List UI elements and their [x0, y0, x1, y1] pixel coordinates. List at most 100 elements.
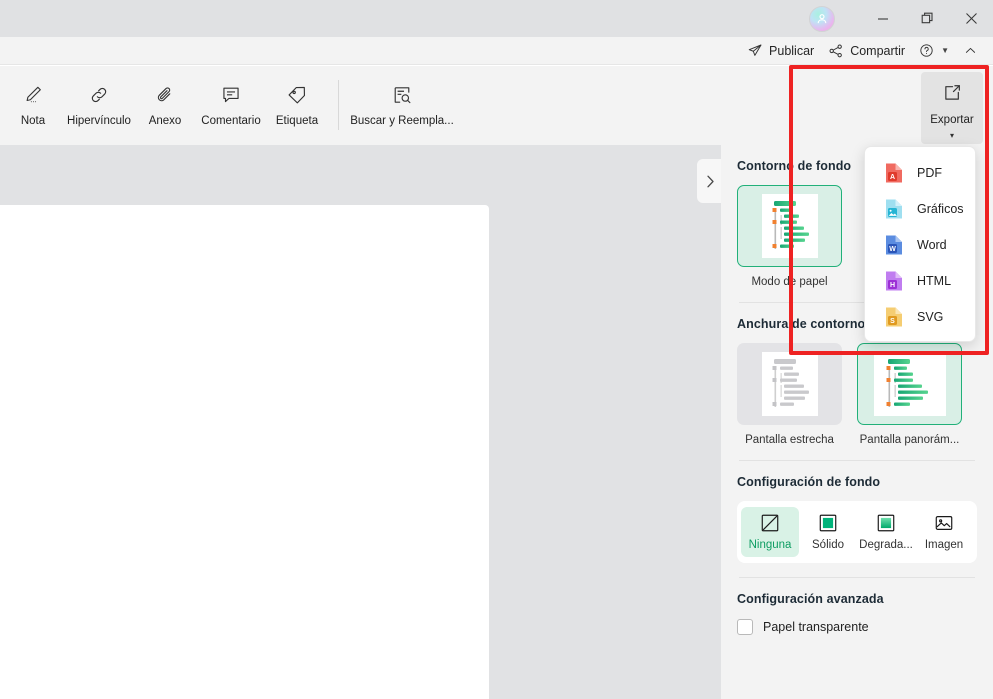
picture-icon [935, 516, 953, 530]
export-menu-label: Gráficos [917, 202, 964, 216]
thumbnail-pantalla-estrecha[interactable] [737, 343, 842, 425]
tag-icon [286, 83, 308, 107]
narrow-screen-preview-icon [761, 352, 818, 416]
share-button[interactable]: Compartir [821, 39, 912, 63]
bgmode-degradado[interactable]: Degrada... [857, 507, 915, 557]
background-mode-group: Ninguna Sólido Degrada... Imagen [737, 501, 977, 563]
share-label: Compartir [850, 43, 906, 58]
paper-mode-preview-icon [761, 194, 818, 258]
maximize-button[interactable] [905, 0, 949, 37]
ribbon-toolbar: Nota Hipervínculo Anexo Comentario Etiqu… [0, 66, 993, 145]
publish-button[interactable]: Publicar [740, 39, 821, 63]
help-button[interactable]: ▼ [912, 39, 956, 63]
html-file-icon: H [886, 271, 902, 291]
ribbon-label: Hipervínculo [67, 115, 131, 127]
close-button[interactable] [949, 0, 993, 37]
thumbnail-pantalla-panoramica[interactable] [857, 343, 962, 425]
pencil-note-icon [22, 83, 44, 107]
link-icon [88, 83, 110, 107]
ribbon-item-etiqueta[interactable]: Etiqueta [264, 72, 330, 138]
ribbon-item-anexo[interactable]: Anexo [132, 72, 198, 138]
ribbon-label: Comentario [201, 115, 261, 127]
transparent-paper-row[interactable]: Papel transparente [737, 619, 977, 635]
svg-text:W: W [889, 246, 896, 253]
option-pantalla-estrecha[interactable]: Pantalla estrecha [737, 343, 842, 446]
svg-text:S: S [890, 318, 895, 325]
avatar[interactable] [809, 5, 835, 32]
ribbon-label: Nota [20, 115, 46, 127]
help-caret-icon: ▼ [941, 46, 949, 55]
restore-icon [921, 12, 933, 24]
export-menu-item-html[interactable]: H HTML [865, 263, 975, 299]
section-divider [739, 460, 975, 461]
person-icon [817, 13, 827, 23]
document-page[interactable] [0, 205, 489, 699]
bgmode-label: Imagen [924, 539, 964, 551]
chevron-down-icon[interactable]: ▾ [950, 132, 954, 140]
close-icon [965, 13, 977, 24]
ribbon-separator [338, 80, 339, 130]
export-menu-label: HTML [917, 274, 952, 288]
minimize-icon [878, 17, 888, 20]
minimize-button[interactable] [861, 0, 905, 37]
option-pantalla-panoramica[interactable]: Pantalla panorám... [857, 343, 962, 446]
help-circle-icon [920, 44, 933, 57]
chevron-right-icon [706, 175, 714, 187]
export-menu-label: SVG [917, 310, 944, 324]
publish-label: Publicar [769, 43, 815, 58]
panel-collapse-button[interactable] [697, 159, 723, 203]
word-file-icon: W [886, 235, 902, 255]
ribbon-item-nota[interactable]: Nota [0, 72, 66, 138]
find-replace-icon [391, 83, 413, 107]
none-slash-icon [761, 514, 779, 532]
ribbon-item-comentario[interactable]: Comentario [198, 72, 264, 138]
gradient-square-icon [877, 514, 895, 532]
bgmode-label: Degrada... [859, 539, 913, 551]
export-icon [941, 82, 963, 107]
solid-square-icon [819, 514, 837, 532]
section-title-background-config: Configuración de fondo [737, 475, 881, 489]
svg-file-icon: S [886, 307, 902, 327]
paperclip-icon [154, 83, 176, 107]
svg-text:A: A [890, 174, 895, 181]
export-menu-item-word[interactable]: W Word [865, 227, 975, 263]
share-icon [829, 44, 843, 57]
export-menu-label: Word [917, 238, 947, 252]
transparent-paper-label: Papel transparente [763, 620, 869, 634]
transparent-paper-checkbox[interactable] [737, 619, 753, 635]
thumbnail-label: Pantalla panorám... [859, 434, 960, 446]
export-menu-item-graficos[interactable]: Gráficos [865, 191, 975, 227]
send-icon [748, 44, 762, 56]
ribbon-item-hipervinculo[interactable]: Hipervínculo [66, 72, 132, 138]
svg-text:H: H [890, 282, 895, 289]
thumbnail-label: Pantalla estrecha [745, 434, 834, 446]
collapse-ribbon-button[interactable] [956, 39, 985, 63]
command-bar: Publicar Compartir ▼ [0, 37, 993, 65]
ribbon-item-buscar-reemplazar[interactable]: Buscar y Reempla... [347, 72, 457, 138]
bgmode-label: Ninguna [748, 539, 792, 551]
document-canvas[interactable] [0, 145, 721, 699]
export-label: Exportar [930, 114, 974, 126]
comment-icon [220, 83, 242, 107]
ribbon-label: Etiqueta [275, 115, 319, 127]
thumbnail-modo-de-papel[interactable] [737, 185, 842, 267]
bgmode-imagen[interactable]: Imagen [915, 507, 973, 557]
image-file-icon [886, 199, 902, 219]
export-menu-label: PDF [917, 166, 942, 180]
option-modo-de-papel[interactable]: Modo de papel [737, 185, 842, 288]
ribbon-label: Buscar y Reempla... [350, 115, 454, 127]
bgmode-label: Sólido [812, 539, 844, 551]
section-title-advanced: Configuración avanzada [737, 592, 884, 606]
pdf-file-icon: A [886, 163, 902, 183]
export-button[interactable]: Exportar ▾ [921, 72, 983, 144]
bgmode-ninguna[interactable]: Ninguna [741, 507, 799, 557]
wide-screen-preview-icon [873, 352, 946, 416]
bgmode-solido[interactable]: Sólido [799, 507, 857, 557]
thumbnail-label: Modo de papel [751, 276, 828, 288]
chevron-up-icon [965, 47, 976, 53]
section-divider [739, 577, 975, 578]
ribbon-label: Anexo [148, 115, 182, 127]
outline-width-options: Pantalla estrecha Pantalla panorám... [737, 343, 977, 446]
export-menu-item-svg[interactable]: S SVG [865, 299, 975, 335]
export-menu-item-pdf[interactable]: A PDF [865, 155, 975, 191]
